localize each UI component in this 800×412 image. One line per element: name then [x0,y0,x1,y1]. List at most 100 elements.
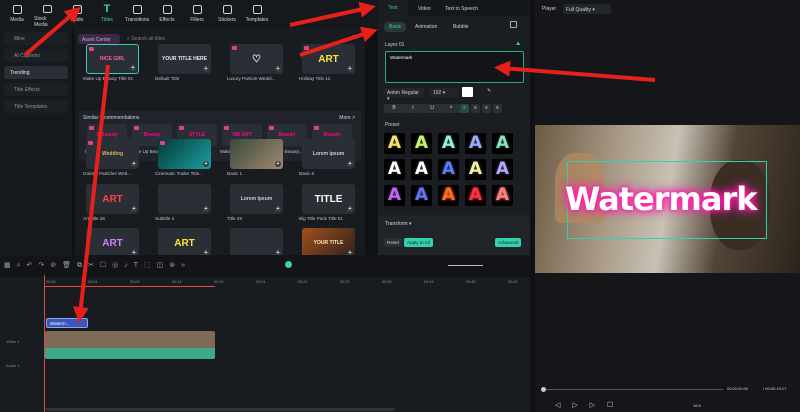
preset-style[interactable]: A [384,185,405,206]
advanced-button[interactable]: Advanced [495,238,522,247]
title-clip[interactable]: Waterm... [46,318,88,328]
format-button[interactable]: I [403,104,423,113]
title-thumbnail[interactable]: Lorem ipsum + [302,139,355,169]
quality-select[interactable]: Full Quality ▾ [563,4,611,14]
tab-video[interactable]: Video [418,6,431,12]
apply-to-all-button[interactable]: Apply to All [404,238,433,247]
nav-filters[interactable]: Filters [184,0,210,28]
font-select[interactable]: Anton Regular ▾ [384,88,424,102]
add-icon[interactable]: + [275,161,281,167]
format-button[interactable]: B [384,104,404,113]
preset-style[interactable]: A [492,133,513,154]
preset-style[interactable]: A [438,133,459,154]
preset-style[interactable]: A [465,133,486,154]
video-preview[interactable]: Watermark [535,125,800,273]
subtab-animation[interactable]: Animation [410,22,442,32]
nav-audio[interactable]: Audio [64,0,90,28]
preset-style[interactable]: A [411,133,432,154]
subtab-bubble[interactable]: Bubble [448,22,474,32]
reset-button[interactable]: Reset [384,238,403,247]
add-icon[interactable]: + [203,206,209,212]
title-thumbnail[interactable]: ART + [158,228,211,258]
asset-center-button[interactable]: Asset Center [78,34,120,44]
preset-style[interactable]: A [438,185,459,206]
add-icon[interactable]: + [203,161,209,167]
title-thumbnail[interactable]: ♡ + [230,44,283,74]
more-link[interactable]: More > [339,115,355,121]
format-button[interactable]: ≡ [482,104,491,113]
add-icon[interactable]: + [275,66,281,72]
playback-controls[interactable]: ◁ ▷ ▷ ☐ [555,401,618,409]
preset-style[interactable]: A [384,133,405,154]
title-thumbnail[interactable]: + [230,139,283,169]
nav-stickers[interactable]: Stickers [214,0,240,28]
title-thumbnail[interactable]: Wedding + [86,139,139,169]
format-button[interactable]: ≡ [493,104,502,113]
preset-style[interactable]: A [411,159,432,180]
text-input[interactable]: Watermark [385,51,524,83]
ai-icon[interactable]: ⛰ [516,41,520,47]
nav-templates[interactable]: Templates [244,0,270,28]
title-thumbnail[interactable]: Lorem Ipsum + [230,184,283,214]
title-thumbnail[interactable]: YOUR TITLE + [302,228,355,258]
video-clip[interactable] [45,331,215,359]
nav-media[interactable]: Media [4,0,30,28]
sidebar-item[interactable]: Mine [4,32,68,45]
eyedropper-icon[interactable]: ✎ [487,88,491,94]
add-icon[interactable]: + [275,206,281,212]
preset-style[interactable]: A [492,159,513,180]
color-swatch[interactable] [462,87,473,97]
title-thumbnail[interactable]: NICE GIRL + [86,44,139,74]
preset-style[interactable]: A [465,159,486,180]
render-icon[interactable] [285,261,292,268]
title-thumbnail[interactable]: ART + [86,228,139,258]
format-button[interactable]: ᴬ [441,104,461,113]
title-thumbnail[interactable]: YOUR TITLE HERE + [158,44,211,74]
add-icon[interactable]: + [131,161,137,167]
format-button[interactable]: U [422,104,442,113]
preset-style[interactable]: A [384,159,405,180]
title-thumbnail[interactable]: + [158,139,211,169]
rec-art: WE ART [232,132,252,138]
format-button[interactable]: ≡ [460,104,469,113]
size-select[interactable]: 192 ▾ [430,88,458,97]
preset-style[interactable]: A [465,185,486,206]
title-thumbnail[interactable]: TITLE + [302,184,355,214]
filter-button[interactable]: All [351,35,357,41]
add-icon[interactable]: + [130,65,136,71]
save-preset-icon[interactable] [510,21,517,28]
preset-style[interactable]: A [492,185,513,206]
sidebar-item[interactable]: Trending [4,66,68,79]
nav-effects[interactable]: Effects [154,0,180,28]
sidebar-item[interactable]: Title Templates [4,100,68,113]
title-thumbnail[interactable]: + [158,184,211,214]
add-icon[interactable]: + [347,161,353,167]
sidebar-item[interactable]: Title Effects [4,83,68,96]
add-icon[interactable]: + [203,66,209,72]
tab-text[interactable]: Text [378,0,408,16]
add-icon[interactable]: + [347,206,353,212]
add-icon[interactable]: + [131,206,137,212]
playhead-handle[interactable] [541,387,546,392]
zoom-slider[interactable] [448,265,483,266]
title-thumbnail[interactable]: ART + [302,44,355,74]
horizontal-scrollbar[interactable] [45,408,395,411]
transform-label[interactable]: Transform ▾ [385,221,412,227]
edit-tools[interactable]: ▦⌕↶↷⊘🗑⧉✂☐◎♪T⬚◫⊛» [4,261,191,270]
nav-transitions[interactable]: Transitions [124,0,150,28]
progress-slider[interactable] [543,389,723,390]
nav-stock-media[interactable]: Stock Media [34,0,60,28]
preset-style[interactable]: A [411,185,432,206]
add-icon[interactable]: + [347,66,353,72]
title-thumbnail[interactable]: + [230,228,283,258]
search-input[interactable]: ⌕ Search all titles [127,36,165,42]
preset-style[interactable]: A [438,159,459,180]
nav-titles[interactable]: T Titles [94,0,120,28]
ratio-select[interactable]: 16:9 [693,403,701,408]
title-thumbnail[interactable]: ART + [86,184,139,214]
sidebar-item[interactable]: AI Captions [4,49,68,62]
subtab-basic[interactable]: Basic [384,22,407,32]
tab-text-to-speech[interactable]: Text to Speech [445,6,478,12]
watermark-text[interactable]: Watermark [565,180,758,218]
format-button[interactable]: ≡ [471,104,480,113]
